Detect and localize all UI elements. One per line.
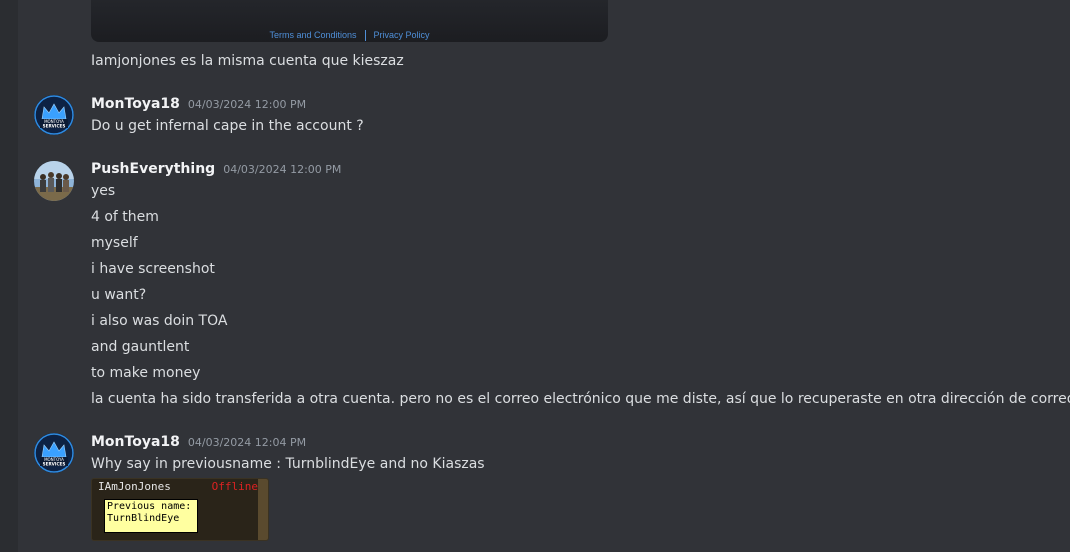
embed-card: Terms and Conditions Privacy Policy	[91, 0, 608, 42]
message-text: Why say in previousname : TurnblindEye a…	[91, 456, 485, 472]
scroll-bar	[258, 479, 268, 540]
message-text: yes	[91, 183, 116, 199]
embed-footer: Terms and Conditions Privacy Policy	[91, 28, 608, 42]
message-text: i have screenshot	[91, 261, 215, 277]
message-text: and gauntlent	[91, 339, 190, 355]
player-name: IAmJonJones	[98, 480, 171, 493]
group-photo-icon	[34, 161, 74, 201]
logo-text-bottom: SERVICES	[43, 462, 66, 467]
message-text: la cuenta ha sido transferida a otra cue…	[91, 391, 1070, 407]
message-timestamp: 04/03/2024 12:00 PM	[187, 98, 307, 111]
player-status: Offline	[211, 480, 258, 493]
terms-link[interactable]: Terms and Conditions	[269, 30, 356, 40]
message-text: Do u get infernal cape in the account ?	[91, 118, 364, 134]
message-text: Iamjonjones es la misma cuenta que kiesz…	[91, 53, 404, 69]
message-header: MonToya18 04/03/2024 12:04 PM	[91, 434, 306, 450]
message-timestamp: 04/03/2024 12:04 PM	[187, 436, 307, 449]
logo-text-bottom: SERVICES	[43, 124, 66, 129]
montoya-logo-icon: MONTOYA SERVICES	[34, 433, 74, 473]
author-name[interactable]: PushEverything	[91, 161, 215, 177]
avatar-pusheverything[interactable]	[34, 161, 74, 201]
previous-name-tooltip: Previous name: TurnBlindEye	[104, 499, 198, 533]
left-gutter	[0, 0, 18, 552]
message-text: 4 of them	[91, 209, 159, 225]
message-text: myself	[91, 235, 138, 251]
message-text: u want?	[91, 287, 147, 303]
message-header: MonToya18 04/03/2024 12:00 PM	[91, 96, 306, 112]
message-text: to make money	[91, 365, 201, 381]
tooltip-line: TurnBlindEye	[107, 513, 180, 524]
avatar-montoya[interactable]: MONTOYA SERVICES	[34, 95, 74, 135]
author-name[interactable]: MonToya18	[91, 434, 180, 450]
privacy-link[interactable]: Privacy Policy	[374, 30, 430, 40]
montoya-logo-icon: MONTOYA SERVICES	[34, 95, 74, 135]
footer-divider	[364, 29, 366, 41]
message-timestamp: 04/03/2024 12:00 PM	[223, 163, 342, 176]
tooltip-line: Previous name:	[107, 501, 192, 512]
message-text: i also was doin TOA	[91, 313, 228, 329]
avatar-montoya[interactable]: MONTOYA SERVICES	[34, 433, 74, 473]
author-name[interactable]: MonToya18	[91, 96, 180, 112]
message-header: PushEverything 04/03/2024 12:00 PM	[91, 161, 341, 177]
image-attachment[interactable]: IAmJonJones Offline Previous name: TurnB…	[91, 478, 269, 541]
